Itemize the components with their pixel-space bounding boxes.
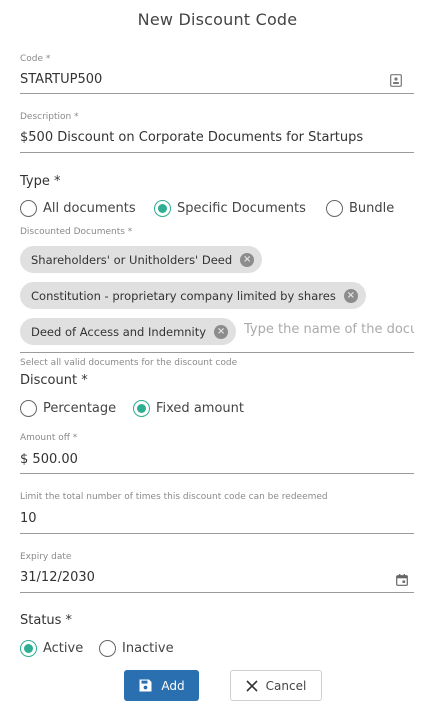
radio-fixed-amount[interactable]	[133, 400, 150, 417]
code-underline	[20, 93, 414, 94]
type-option-label: All documents	[43, 201, 136, 216]
cancel-button[interactable]: Cancel	[230, 670, 322, 701]
chip-label: Shareholders' or Unitholders' Deed	[31, 252, 233, 267]
code-label: Code *	[20, 54, 51, 64]
expiry-underline	[20, 592, 414, 593]
amount-input[interactable]: $ 500.00	[20, 452, 78, 467]
id-card-icon[interactable]	[390, 72, 402, 87]
limit-input[interactable]: 10	[20, 511, 37, 526]
type-label: Type *	[20, 174, 61, 189]
discount-option-fixed-amount[interactable]: Fixed amount	[133, 400, 244, 417]
documents-label: Discounted Documents *	[20, 227, 133, 237]
radio-specific-documents[interactable]	[154, 200, 171, 217]
chip-label: Constitution - proprietary company limit…	[31, 288, 336, 303]
status-option-label: Inactive	[122, 641, 174, 656]
radio-active[interactable]	[20, 640, 37, 657]
discount-label: Discount *	[20, 373, 88, 388]
documents-helper-text: Select all valid documents for the disco…	[20, 358, 238, 368]
discount-option-label: Fixed amount	[156, 401, 244, 416]
limit-label: Limit the total number of times this dis…	[20, 492, 328, 502]
status-label: Status *	[20, 613, 73, 628]
amount-value: 500.00	[32, 452, 78, 467]
document-chip[interactable]: Deed of Access and Indemnity ×	[20, 318, 237, 345]
chip-remove-icon[interactable]: ×	[214, 324, 229, 339]
document-chip[interactable]: Shareholders' or Unitholders' Deed ×	[20, 246, 263, 273]
calendar-icon[interactable]	[396, 571, 408, 586]
status-option-label: Active	[43, 641, 84, 656]
description-underline	[20, 152, 414, 153]
chip-remove-icon[interactable]: ×	[240, 252, 255, 267]
documents-search-input[interactable]: Type the name of the document	[244, 322, 414, 337]
radio-inactive[interactable]	[99, 640, 116, 657]
type-option-label: Specific Documents	[177, 201, 306, 216]
add-button[interactable]: Add	[124, 670, 199, 701]
amount-label: Amount off *	[20, 433, 78, 443]
discount-option-label: Percentage	[43, 401, 117, 416]
discount-option-percentage[interactable]: Percentage	[20, 400, 116, 417]
status-option-active[interactable]: Active	[20, 640, 83, 657]
code-input[interactable]: STARTUP500	[20, 72, 102, 87]
documents-underline	[20, 352, 414, 353]
type-option-specific-documents[interactable]: Specific Documents	[154, 200, 306, 217]
amount-underline	[20, 473, 414, 474]
currency-prefix: $	[20, 452, 29, 467]
expiry-label: Expiry date	[20, 552, 72, 562]
radio-bundle[interactable]	[326, 200, 343, 217]
limit-underline	[20, 533, 414, 534]
add-button-label: Add	[161, 678, 185, 693]
save-icon	[139, 679, 152, 692]
radio-percentage[interactable]	[20, 400, 37, 417]
dialog-title: New Discount Code	[137, 10, 298, 29]
cancel-button-label: Cancel	[265, 678, 307, 693]
document-chip[interactable]: Constitution - proprietary company limit…	[20, 282, 366, 309]
radio-all-documents[interactable]	[20, 200, 37, 217]
type-option-bundle[interactable]: Bundle	[326, 200, 394, 217]
expiry-input[interactable]: 31/12/2030	[20, 570, 95, 585]
status-option-inactive[interactable]: Inactive	[99, 640, 174, 657]
chip-remove-icon[interactable]: ×	[343, 288, 358, 303]
description-input[interactable]: $500 Discount on Corporate Documents for…	[20, 130, 363, 145]
type-option-all-documents[interactable]: All documents	[20, 200, 136, 217]
description-label: Description *	[20, 112, 79, 122]
type-option-label: Bundle	[349, 201, 395, 216]
close-icon	[246, 679, 258, 692]
chip-label: Deed of Access and Indemnity	[31, 324, 207, 339]
